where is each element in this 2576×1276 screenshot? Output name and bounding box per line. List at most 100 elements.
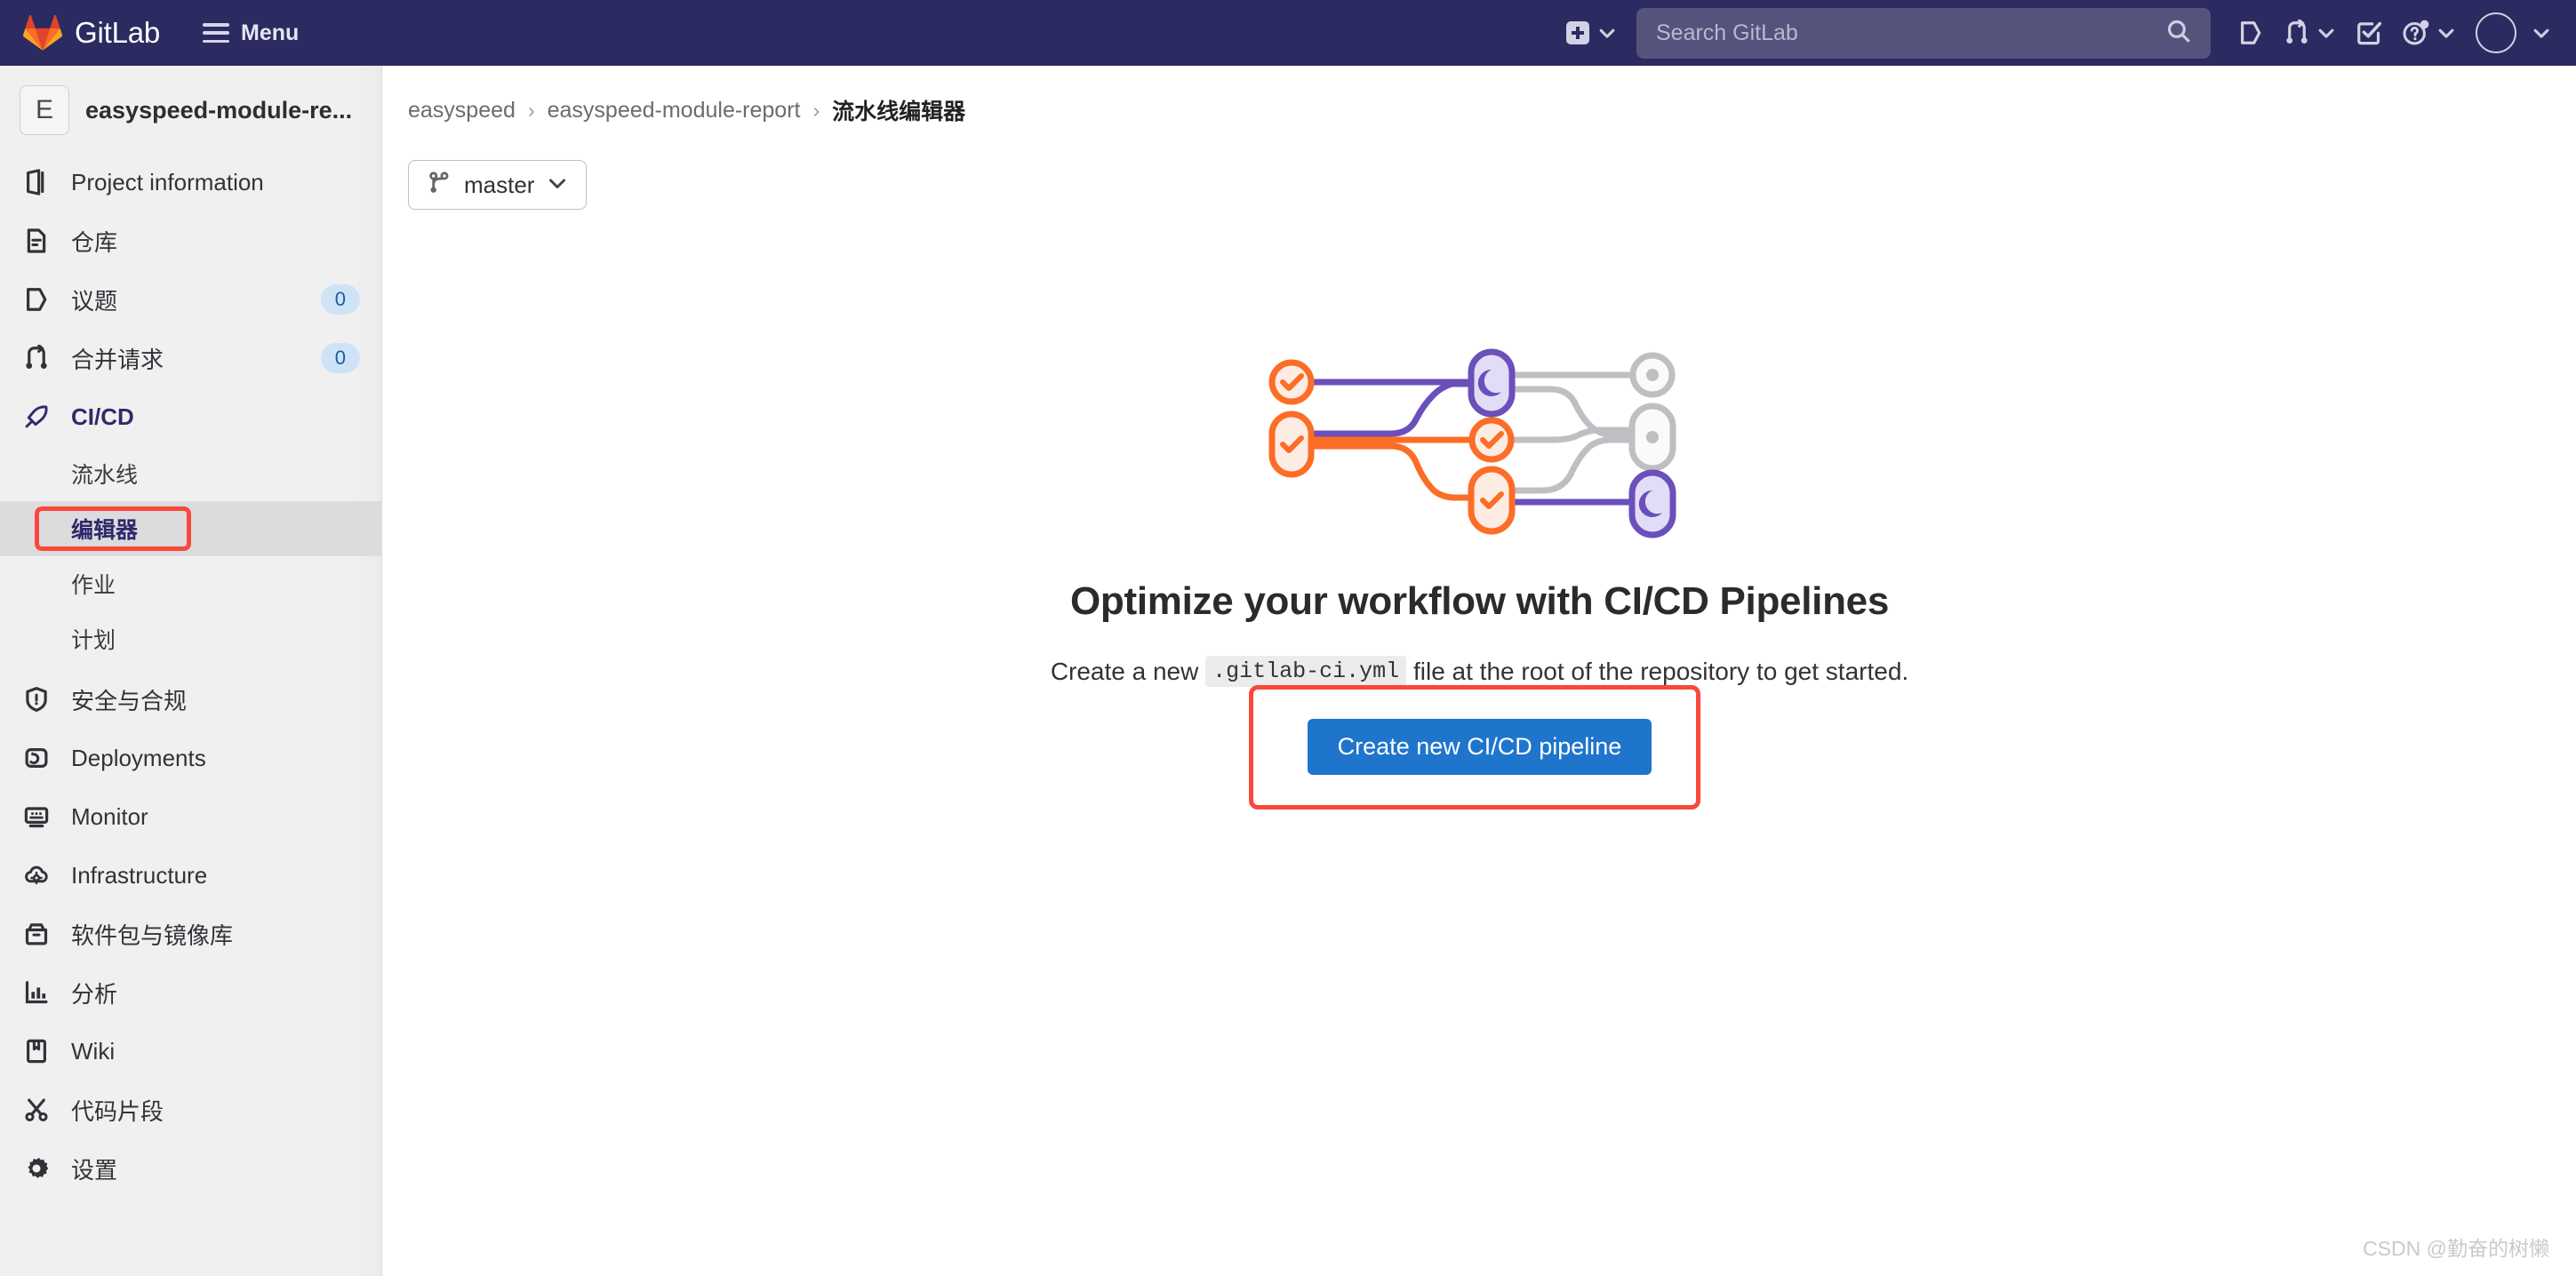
- sidebar-item-label: Project information: [71, 168, 264, 195]
- sidebar-item-label: 合并请求: [71, 346, 164, 373]
- empty-state-description: Create a new .gitlab-ci.yml file at the …: [1051, 656, 1908, 687]
- gitlab-ci-yml-code-chip: .gitlab-ci.yml: [1205, 656, 1407, 687]
- project-sidebar: E easyspeed-module-re... Project informa…: [0, 66, 382, 1276]
- cicd-sub-nav: 流水线 编辑器 作业 计划: [0, 446, 381, 670]
- project-info-icon: [21, 167, 52, 197]
- sidebar-item-label: 仓库: [71, 228, 118, 256]
- main-menu-button[interactable]: Menu: [203, 20, 299, 46]
- watermark: CSDN @勤奋的树懒: [2363, 1237, 2549, 1260]
- branch-name-label: master: [464, 171, 535, 198]
- breadcrumb-item-project[interactable]: easyspeed-module-report: [548, 98, 801, 124]
- sidebar-subitem-label: 流水线: [71, 463, 139, 488]
- chevron-right-icon: ›: [812, 98, 820, 122]
- sidebar-item-label: 代码片段: [71, 1097, 164, 1125]
- search-input[interactable]: [1656, 20, 2166, 46]
- cta-wrapper: Create new CI/CD pipeline: [1248, 685, 1700, 809]
- cloud-gear-icon: [21, 860, 52, 890]
- user-avatar-icon: [2476, 12, 2516, 53]
- sidebar-subitem-label: 作业: [71, 573, 116, 598]
- merge-requests-count-badge: 0: [320, 342, 360, 374]
- issues-nav-button[interactable]: [2237, 20, 2264, 46]
- sidebar-subitem-editor[interactable]: 编辑器: [0, 501, 381, 556]
- description-text-before: Create a new: [1050, 657, 1206, 685]
- search-input-wrapper[interactable]: [1636, 7, 2211, 59]
- breadcrumb-item-group[interactable]: easyspeed: [408, 98, 516, 124]
- sidebar-item-label: CI/CD: [71, 403, 134, 430]
- merge-requests-nav-button[interactable]: [2284, 20, 2336, 46]
- navbar-left-group: GitLab Menu: [22, 14, 299, 52]
- shield-icon: [21, 684, 52, 714]
- sidebar-item-snippets[interactable]: 代码片段: [0, 1081, 381, 1139]
- todos-icon: [2356, 20, 2382, 46]
- sidebar-item-settings[interactable]: 设置: [0, 1139, 381, 1198]
- pipeline-illustration-icon: [1258, 322, 1702, 544]
- sidebar-item-security-compliance[interactable]: 安全与合规: [0, 670, 381, 729]
- empty-state-title: Optimize your workflow with CI/CD Pipeli…: [1070, 579, 1889, 623]
- todos-nav-button[interactable]: [2356, 20, 2382, 46]
- project-avatar: E: [20, 85, 69, 135]
- sidebar-item-analytics[interactable]: 分析: [0, 963, 381, 1022]
- merge-request-icon: [21, 343, 52, 373]
- search-icon: [2166, 19, 2191, 48]
- analytics-chart-icon: [21, 977, 52, 1008]
- sidebar-project-header[interactable]: E easyspeed-module-re...: [0, 66, 381, 153]
- sidebar-item-packages-registries[interactable]: 软件包与镜像库: [0, 905, 381, 963]
- sidebar-subitem-label: 计划: [71, 628, 116, 653]
- rocket-icon: [21, 402, 52, 432]
- sidebar-item-label: Wiki: [71, 1037, 116, 1065]
- sidebar-item-label: 设置: [71, 1156, 118, 1184]
- sidebar-item-wiki[interactable]: Wiki: [0, 1022, 381, 1081]
- package-icon: [21, 919, 52, 949]
- project-name: easyspeed-module-re...: [85, 96, 353, 124]
- sidebar-subitem-label: 编辑器: [71, 518, 139, 543]
- new-item-button[interactable]: [1566, 21, 1617, 44]
- merge-requests-icon: [2284, 20, 2310, 46]
- hamburger-icon: [203, 23, 230, 43]
- snippets-scissors-icon: [21, 1095, 52, 1125]
- menu-button-label: Menu: [241, 20, 300, 45]
- monitor-icon: [21, 801, 52, 832]
- navbar-right-group: [1566, 7, 2551, 59]
- chevron-down-icon: [2316, 23, 2336, 43]
- create-new-cicd-pipeline-button[interactable]: Create new CI/CD pipeline: [1307, 719, 1652, 775]
- sidebar-item-deployments[interactable]: Deployments: [0, 729, 381, 787]
- breadcrumb: easyspeed › easyspeed-module-report › 流水…: [383, 66, 2576, 126]
- chevron-right-icon: ›: [527, 98, 535, 122]
- sidebar-item-label: Deployments: [71, 744, 206, 771]
- sidebar-item-project-information[interactable]: Project information: [0, 153, 381, 211]
- chevron-down-icon: [547, 172, 568, 198]
- gitlab-wordmark: GitLab: [75, 16, 161, 49]
- repository-icon: [21, 226, 52, 256]
- sidebar-item-label: Monitor: [71, 802, 148, 830]
- help-nav-button[interactable]: [2402, 19, 2456, 47]
- sidebar-item-merge-requests[interactable]: 合并请求 0: [0, 329, 381, 387]
- description-text-after: file at the root of the repository to ge…: [1406, 657, 1909, 685]
- deployments-icon: [21, 743, 52, 773]
- help-question-icon: [2402, 19, 2430, 47]
- main-content: easyspeed › easyspeed-module-report › 流水…: [383, 66, 2576, 1276]
- chevron-down-icon: [1597, 23, 1617, 43]
- sidebar-subitem-jobs[interactable]: 作业: [0, 556, 381, 611]
- user-menu-button[interactable]: [2476, 12, 2551, 53]
- breadcrumb-current: 流水线编辑器: [832, 100, 966, 124]
- chevron-down-icon: [2436, 23, 2456, 43]
- sidebar-item-issues[interactable]: 议题 0: [0, 270, 381, 329]
- sidebar-item-label: Infrastructure: [71, 861, 208, 889]
- sidebar-item-label: 软件包与镜像库: [71, 921, 234, 949]
- sidebar-item-infrastructure[interactable]: Infrastructure: [0, 846, 381, 905]
- book-icon: [21, 1036, 52, 1066]
- sidebar-subitem-pipelines[interactable]: 流水线: [0, 446, 381, 501]
- sidebar-item-cicd[interactable]: CI/CD: [0, 387, 381, 446]
- new-item-plus-icon: [1566, 21, 1589, 44]
- chevron-down-icon: [2532, 23, 2551, 43]
- sidebar-nav-list: Project information 仓库 议题 0 合并请求 0 CI/CD…: [0, 153, 381, 1198]
- sidebar-item-repository[interactable]: 仓库: [0, 211, 381, 270]
- sidebar-subitem-schedules[interactable]: 计划: [0, 611, 381, 666]
- sidebar-item-monitor[interactable]: Monitor: [0, 787, 381, 846]
- branch-selector-button[interactable]: master: [408, 160, 588, 210]
- issues-icon: [2237, 20, 2264, 46]
- empty-state: Optimize your workflow with CI/CD Pipeli…: [383, 210, 2576, 809]
- sidebar-item-label: 议题: [71, 287, 118, 315]
- gear-icon: [21, 1153, 52, 1184]
- gitlab-logo-icon[interactable]: [22, 14, 63, 52]
